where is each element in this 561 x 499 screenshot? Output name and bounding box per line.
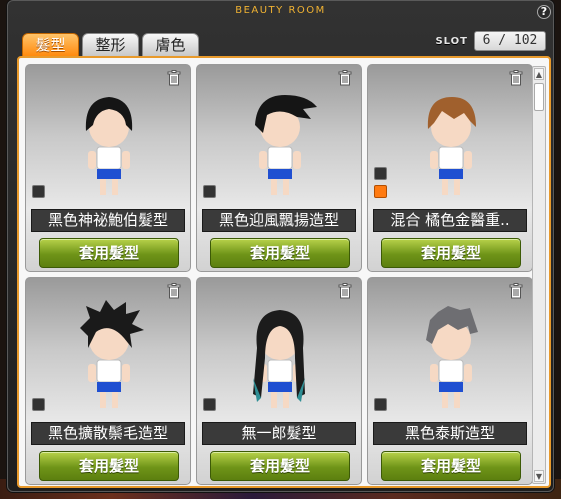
tab-skin[interactable]: 膚色 bbox=[142, 33, 199, 57]
hair-name: 黑色神祕鮑伯髮型 bbox=[31, 209, 185, 232]
color-swatch-dark[interactable] bbox=[374, 398, 387, 411]
apply-hair-button[interactable]: 套用髮型 bbox=[39, 451, 179, 481]
tab-bar: 髮型 整形 膚色 bbox=[22, 33, 199, 57]
scroll-up-arrow-icon[interactable]: ▲ bbox=[534, 68, 544, 80]
hair-card[interactable]: 黑色擴散鬃毛造型套用髮型 bbox=[25, 277, 191, 485]
color-swatch-orange[interactable] bbox=[374, 185, 387, 198]
apply-hair-button[interactable]: 套用髮型 bbox=[210, 238, 350, 268]
hair-list-panel: 黑色神祕鮑伯髮型 套用髮型 黑色迎風飄揚造型 套用髮型 混合 橘色金醫重.. 套用髮型 黑色… bbox=[17, 56, 551, 488]
apply-hair-button[interactable]: 套用髮型 bbox=[210, 451, 350, 481]
hair-name: 混合 橘色金醫重.. bbox=[373, 209, 527, 232]
apply-hair-button[interactable]: 套用髮型 bbox=[381, 238, 521, 268]
avatar-preview bbox=[237, 85, 323, 205]
apply-hair-button[interactable]: 套用髮型 bbox=[39, 238, 179, 268]
hair-name: 無一郎髮型 bbox=[202, 422, 356, 445]
apply-hair-button[interactable]: 套用髮型 bbox=[381, 451, 521, 481]
hair-card[interactable]: 混合 橘色金醫重.. 套用髮型 bbox=[367, 64, 533, 272]
hair-card[interactable]: 黑色泰斯造型套用髮型 bbox=[367, 277, 533, 485]
avatar-preview bbox=[408, 85, 494, 205]
trash-icon[interactable] bbox=[509, 70, 523, 86]
help-button[interactable]: ? bbox=[537, 5, 551, 19]
trash-icon[interactable] bbox=[509, 283, 523, 299]
color-swatch-dark[interactable] bbox=[374, 167, 387, 180]
window-title: BEAUTY ROOM bbox=[235, 5, 326, 16]
trash-icon[interactable] bbox=[167, 70, 181, 86]
hair-card[interactable]: 黑色迎風飄揚造型套用髮型 bbox=[196, 64, 362, 272]
scroll-down-arrow-icon[interactable]: ▼ bbox=[534, 470, 544, 482]
beauty-room-window: BEAUTY ROOM ? 髮型 整形 膚色 SLOT 6 / 102 黑色神祕… bbox=[7, 0, 554, 492]
avatar-preview bbox=[66, 85, 152, 205]
trash-icon[interactable] bbox=[338, 70, 352, 86]
color-swatch-dark[interactable] bbox=[32, 185, 45, 198]
tab-hair[interactable]: 髮型 bbox=[22, 33, 79, 57]
hair-name: 黑色擴散鬃毛造型 bbox=[31, 422, 185, 445]
avatar-preview bbox=[408, 298, 494, 418]
trash-icon[interactable] bbox=[167, 283, 181, 299]
scroll-thumb[interactable] bbox=[534, 83, 544, 111]
color-swatch-dark[interactable] bbox=[203, 398, 216, 411]
scrollbar[interactable]: ▲ ▼ bbox=[532, 66, 546, 484]
avatar-preview bbox=[66, 298, 152, 418]
slot-label: SLOT bbox=[435, 35, 468, 47]
hair-grid: 黑色神祕鮑伯髮型 套用髮型 黑色迎風飄揚造型 套用髮型 混合 橘色金醫重.. 套用髮型 黑色… bbox=[25, 64, 533, 485]
tab-face[interactable]: 整形 bbox=[82, 33, 139, 57]
color-swatch-dark[interactable] bbox=[32, 398, 45, 411]
hair-card[interactable]: 無一郎髮型 套用髮型 bbox=[196, 277, 362, 485]
trash-icon[interactable] bbox=[338, 283, 352, 299]
hair-card[interactable]: 黑色神祕鮑伯髮型套用髮型 bbox=[25, 64, 191, 272]
hair-name: 黑色泰斯造型 bbox=[373, 422, 527, 445]
slot-value: 6 / 102 bbox=[474, 31, 546, 51]
avatar-preview bbox=[237, 298, 323, 418]
slot-counter: SLOT 6 / 102 bbox=[435, 31, 546, 51]
color-swatch-dark[interactable] bbox=[203, 185, 216, 198]
hair-name: 黑色迎風飄揚造型 bbox=[202, 209, 356, 232]
